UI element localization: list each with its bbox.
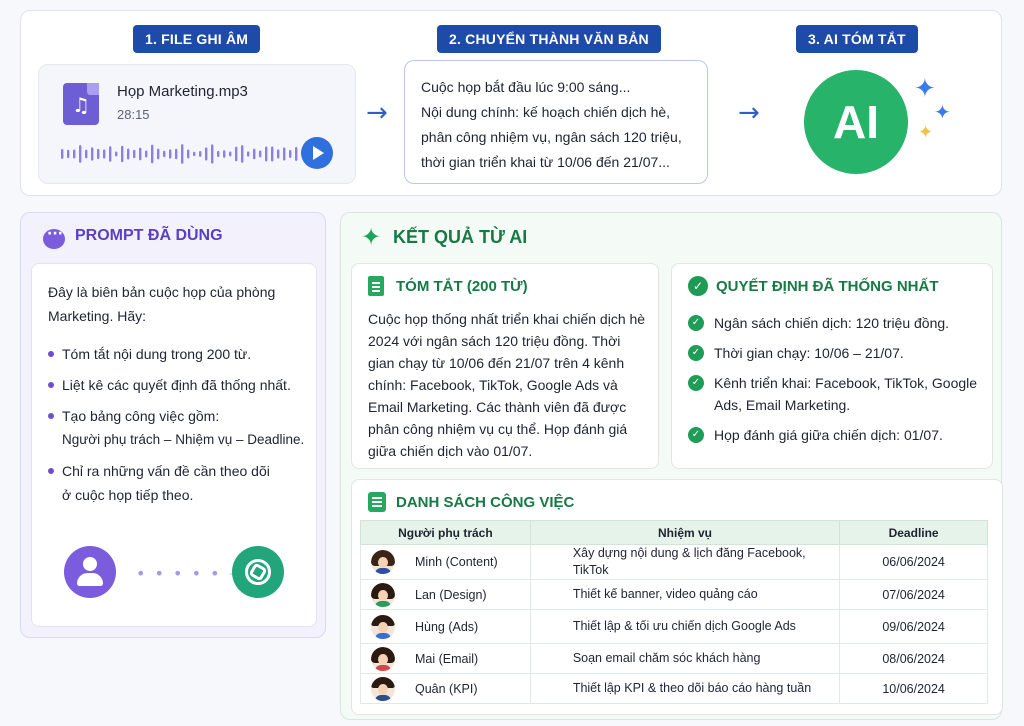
deadline-cell: 09/06/2024: [839, 609, 988, 644]
list-icon: [368, 492, 386, 512]
avatar: [371, 582, 395, 607]
transcript-line: phân công nhiệm vụ, ngân sách 120 triệu,: [421, 129, 682, 145]
check-icon: ✓: [688, 375, 704, 391]
audio-duration: 28:15: [117, 107, 150, 122]
decisions-title: QUYẾT ĐỊNH ĐÃ THỐNG NHẤT: [716, 278, 939, 295]
step-2-label: 2. CHUYỂN THÀNH VĂN BẢN: [437, 25, 661, 53]
prompt-item-sub: Người phụ trách – Nhiệm vụ – Deadline.: [62, 432, 305, 447]
transcript-line: Nội dung chính: kế hoạch chiến dịch hè,: [421, 104, 671, 120]
step-1-label: 1. FILE GHI ÂM: [133, 25, 261, 53]
play-button[interactable]: [301, 137, 333, 169]
transcript-line: thời gian triển khai từ 10/06 đến 21/07.…: [421, 154, 670, 170]
summary-title: TÓM TẮT (200 TỪ): [396, 278, 528, 295]
transcript-box: Cuộc họp bắt đầu lúc 9:00 sáng... Nội du…: [404, 60, 708, 184]
person-cell: Minh (Content): [360, 544, 531, 580]
prompt-item: Chỉ ra những vấn đề cần theo dõi ở cuộc h…: [48, 459, 308, 507]
decision-item: ✓ Họp đánh giá giữa chiến dịch: 01/07.: [688, 424, 984, 446]
user-avatar-icon: [64, 546, 116, 598]
task-cell: Thiết lập & tối ưu chiến dịch Google Ads: [529, 609, 841, 644]
document-icon: [368, 276, 384, 296]
person-cell: Mai (Email): [360, 643, 531, 674]
column-header: Người phụ trách: [360, 520, 531, 545]
transcript-line: Cuộc họp bắt đầu lúc 9:00 sáng...: [421, 79, 631, 95]
decisions-list: ✓ Ngân sách chiến dịch: 120 triệu đồng. ✓…: [688, 312, 984, 454]
avatar: [371, 550, 395, 574]
ai-badge: AI: [804, 70, 908, 174]
summary-card: TÓM TẮT (200 TỪ) Cuộc họp thống nhất tri…: [351, 263, 659, 469]
sparkle-icon: ✦: [914, 74, 936, 104]
arrow-right-icon: →: [738, 98, 760, 128]
prompt-card: Đây là biên bản cuộc họp của phòng Marke…: [31, 263, 317, 627]
column-header: Nhiệm vụ: [529, 520, 841, 545]
deadline-cell: 06/06/2024: [839, 544, 988, 580]
dotted-arrow-icon: • • • • • ➝: [136, 564, 245, 583]
task-cell: Thiết kế banner, video quảng cáo: [529, 579, 841, 610]
table-row: Quân (KPI) Thiết lập KPI & theo dõi báo …: [360, 673, 988, 704]
task-cell: Thiết lập KPI & theo dõi báo cáo hàng tu…: [529, 673, 841, 704]
avatar: [371, 676, 395, 701]
arrow-right-icon: →: [366, 98, 388, 128]
person-cell: Hùng (Ads): [360, 609, 531, 644]
table-row: Hùng (Ads) Thiết lập & tối ưu chiến dịch…: [360, 609, 988, 644]
chatgpt-logo-icon: [232, 546, 284, 598]
decision-item: ✓ Ngân sách chiến dịch: 120 triệu đồng.: [688, 312, 984, 334]
prompt-item: Tóm tắt nội dung trong 200 từ.: [48, 342, 308, 366]
decision-item: ✓ Kênh triển khai: Facebook, TikTok, Goog…: [688, 372, 984, 416]
check-circle-icon: ✓: [688, 276, 708, 296]
task-cell: Soạn email chăm sóc khách hàng: [529, 643, 841, 674]
avatar: [371, 646, 395, 671]
prompt-item: Liệt kê các quyết định đã thống nhất.: [48, 373, 308, 397]
tasks-title: DANH SÁCH CÔNG VIỆC: [396, 494, 575, 511]
table-row: Lan (Design) Thiết kế banner, video quản…: [360, 579, 988, 610]
deadline-cell: 08/06/2024: [839, 643, 988, 674]
prompt-item: Tạo bảng công việc gồm: Người phụ trách –…: [48, 404, 308, 452]
result-panel: ✦ KẾT QUẢ TỪ AI TÓM TẮT (200 TỪ) Cuộc họ…: [340, 212, 1003, 720]
task-cell: Xây dựng nội dung & lịch đăng Facebook, …: [529, 544, 841, 580]
check-icon: ✓: [688, 315, 704, 331]
summary-text: Cuộc họp thống nhất triển khai chiến dịc…: [368, 311, 646, 459]
waveform-icon: [61, 144, 298, 164]
step-3-label: 3. AI TÓM TẮT: [796, 25, 918, 53]
check-icon: ✓: [688, 345, 704, 361]
person-cell: Quân (KPI): [360, 673, 531, 704]
table-row: Mai (Email) Soạn email chăm sóc khách hà…: [360, 643, 988, 674]
deadline-cell: 10/06/2024: [839, 673, 988, 704]
prompt-panel: PROMPT ĐÃ DÙNG Đây là biên bản cuộc họp …: [20, 212, 326, 638]
column-header: Deadline: [839, 520, 988, 545]
person-cell: Lan (Design): [360, 579, 531, 610]
sparkle-icon: ✦: [934, 100, 951, 124]
sparkle-icon: ✦: [361, 223, 382, 251]
prompt-intro: Đây là biên bản cuộc họp của phòng Marke…: [48, 284, 276, 324]
decision-item: ✓ Thời gian chạy: 10/06 – 21/07.: [688, 342, 984, 364]
music-file-icon: ♫: [63, 83, 99, 125]
deadline-cell: 07/06/2024: [839, 579, 988, 610]
sparkle-icon: ✦: [918, 122, 934, 143]
chat-bubble-icon: [43, 226, 65, 249]
decisions-card: ✓ QUYẾT ĐỊNH ĐÃ THỐNG NHẤT ✓ Ngân sách ch…: [671, 263, 993, 469]
prompt-item-sub: ở cuộc họp tiếp theo.: [62, 487, 194, 503]
tasks-card: DANH SÁCH CÔNG VIỆC Người phụ trách Nhiệ…: [351, 479, 1003, 715]
check-icon: ✓: [688, 427, 704, 443]
table-header-row: Người phụ trách Nhiệm vụ Deadline: [360, 520, 988, 545]
avatar: [371, 614, 395, 639]
audio-file-name: Họp Marketing.mp3: [117, 83, 248, 100]
table-row: Minh (Content) Xây dựng nội dung & lịch …: [360, 544, 988, 580]
tasks-table: Người phụ trách Nhiệm vụ Deadline Minh (…: [360, 520, 988, 704]
prompt-title: PROMPT ĐÃ DÙNG: [75, 227, 223, 244]
audio-file-card[interactable]: ♫ Họp Marketing.mp3 28:15: [38, 64, 356, 184]
prompt-list: Tóm tắt nội dung trong 200 từ. Liệt kê c…: [48, 342, 308, 514]
result-title: KẾT QUẢ TỪ AI: [393, 227, 528, 247]
